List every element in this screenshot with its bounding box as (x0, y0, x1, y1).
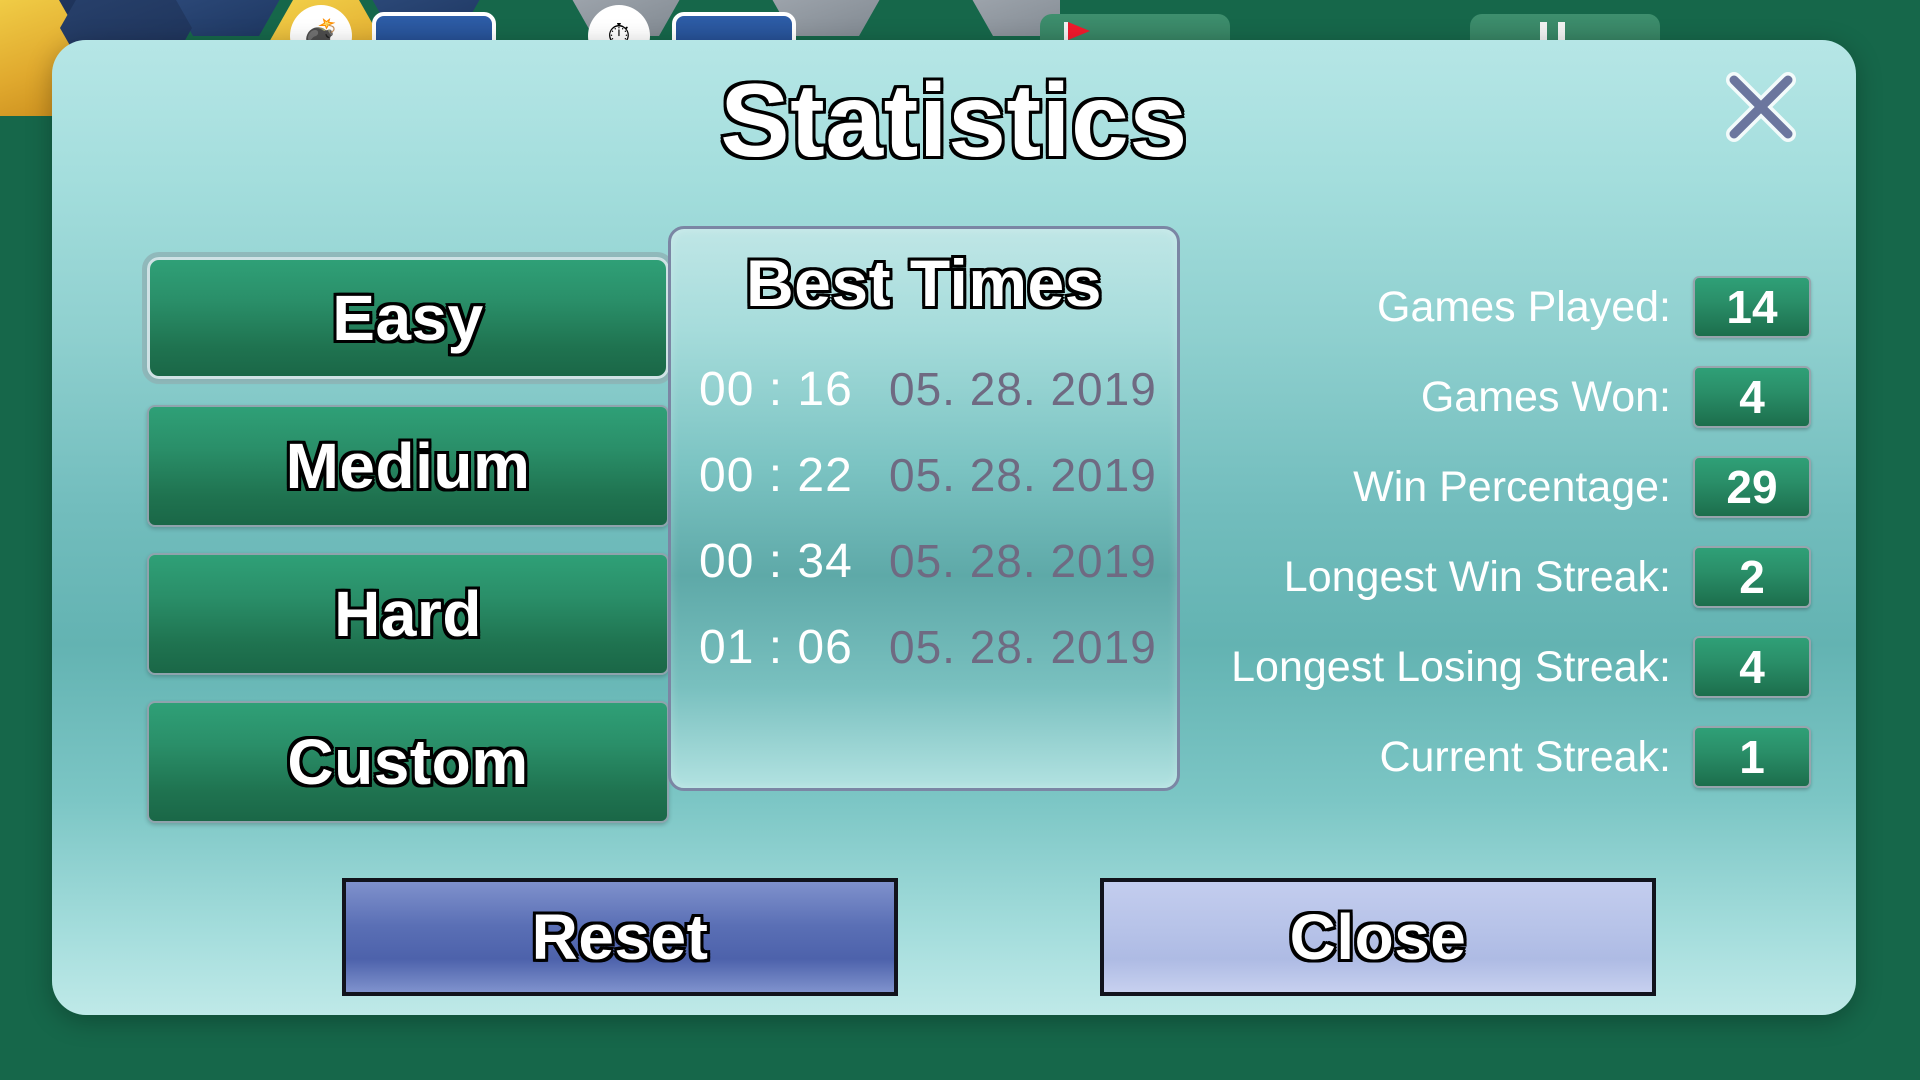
difficulty-button-easy[interactable]: Easy (142, 252, 674, 384)
stat-row-longest-win-streak: Longest Win Streak: 2 (1111, 532, 1811, 622)
best-time-value: 00 : 34 (699, 534, 853, 588)
difficulty-list: Easy Medium Hard Custom (142, 252, 674, 849)
close-x-icon[interactable] (1724, 70, 1798, 144)
stat-value: 29 (1693, 456, 1811, 518)
best-time-row: 00 : 16 05. 28. 2019 (671, 362, 1177, 448)
difficulty-button-hard[interactable]: Hard (147, 553, 669, 675)
stat-row-games-won: Games Won: 4 (1111, 352, 1811, 442)
stat-row-current-streak: Current Streak: 1 (1111, 712, 1811, 802)
stat-label: Games Played: (1377, 282, 1671, 331)
stat-value: 2 (1693, 546, 1811, 608)
best-time-value: 00 : 16 (699, 362, 853, 416)
reset-button-label: Reset (531, 901, 709, 973)
stat-label: Longest Win Streak: (1283, 552, 1671, 601)
best-time-row: 01 : 06 05. 28. 2019 (671, 620, 1177, 706)
stat-row-win-percentage: Win Percentage: 29 (1111, 442, 1811, 532)
best-times-rows: 00 : 16 05. 28. 2019 00 : 22 05. 28. 201… (671, 362, 1177, 706)
stat-value: 4 (1693, 366, 1811, 428)
difficulty-label: Custom (287, 726, 529, 798)
stat-value: 4 (1693, 636, 1811, 698)
statistics-list: Games Played: 14 Games Won: 4 Win Percen… (1111, 262, 1811, 802)
stat-row-longest-losing-streak: Longest Losing Streak: 4 (1111, 622, 1811, 712)
stat-value: 1 (1693, 726, 1811, 788)
stat-label: Longest Losing Streak: (1231, 642, 1671, 691)
difficulty-label: Hard (334, 578, 482, 650)
flag-icon (1068, 22, 1090, 40)
difficulty-button-custom[interactable]: Custom (147, 701, 669, 823)
close-button[interactable]: Close (1100, 878, 1656, 996)
best-time-row: 00 : 34 05. 28. 2019 (671, 534, 1177, 620)
stat-label: Games Won: (1420, 372, 1671, 421)
stat-label: Current Streak: (1379, 732, 1671, 781)
best-time-value: 01 : 06 (699, 620, 853, 674)
stat-value: 14 (1693, 276, 1811, 338)
difficulty-button-medium[interactable]: Medium (147, 405, 669, 527)
difficulty-label: Easy (332, 282, 484, 354)
reset-button[interactable]: Reset (342, 878, 898, 996)
best-times-panel: Best Times 00 : 16 05. 28. 2019 00 : 22 … (668, 226, 1180, 791)
best-times-title: Best Times (746, 246, 1102, 320)
difficulty-label: Medium (285, 430, 531, 502)
close-button-label: Close (1289, 901, 1467, 973)
best-time-value: 00 : 22 (699, 448, 853, 502)
page-title: Statistics (720, 63, 1188, 179)
stat-label: Win Percentage: (1353, 462, 1671, 511)
stat-row-games-played: Games Played: 14 (1111, 262, 1811, 352)
best-time-row: 00 : 22 05. 28. 2019 (671, 448, 1177, 534)
statistics-dialog: Statistics Easy Medium Hard Custom Best … (52, 40, 1856, 1015)
